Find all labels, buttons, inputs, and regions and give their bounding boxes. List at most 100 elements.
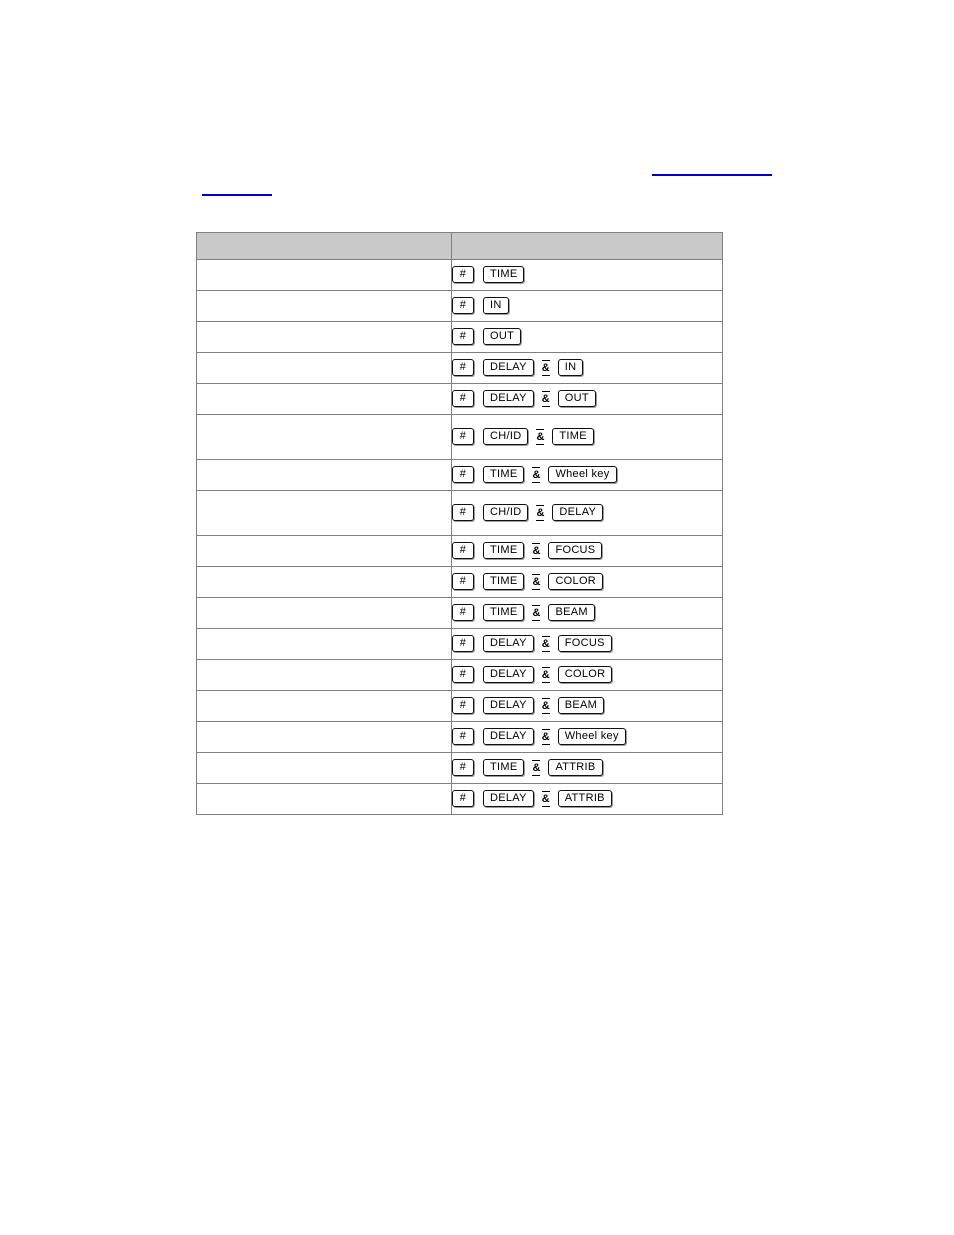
- row-key-sequence-cell: # TIME: [451, 259, 723, 291]
- key-glyph-number: #: [452, 466, 474, 484]
- row-key-sequence-cell: # IN: [451, 290, 723, 322]
- key-separator-ampersand: &: [541, 728, 550, 745]
- row-description-cell: [196, 321, 452, 353]
- row-description-cell: [196, 690, 452, 722]
- row-description-cell: [196, 459, 452, 491]
- table-row: # DELAY & ATTRIB: [196, 783, 723, 815]
- key-glyph: DELAY: [552, 504, 604, 522]
- key-glyph: DELAY: [483, 666, 534, 684]
- key-separator-ampersand: &: [541, 359, 550, 376]
- row-key-sequence-cell: # TIME & COLOR: [451, 566, 723, 598]
- row-key-sequence-cell: # TIME & BEAM: [451, 597, 723, 629]
- key-glyph: DELAY: [483, 390, 534, 408]
- row-key-sequence-cell: # DELAY & OUT: [451, 383, 723, 415]
- key-glyph: COLOR: [548, 573, 604, 591]
- row-key-sequence-cell: # CH/ID & TIME: [451, 414, 723, 460]
- row-description-cell: [196, 535, 452, 567]
- key-glyph: FOCUS: [548, 542, 603, 560]
- key-glyph: COLOR: [557, 666, 613, 684]
- key-glyph: TIME: [483, 759, 525, 777]
- key-glyph-number: #: [452, 635, 474, 653]
- key-glyph: TIME: [483, 604, 525, 622]
- key-glyph: CH/ID: [483, 428, 529, 446]
- row-description-cell: [196, 383, 452, 415]
- table-row: # DELAY & Wheel key: [196, 721, 723, 753]
- key-glyph: TIME: [483, 266, 525, 284]
- key-glyph-number: #: [452, 297, 474, 315]
- key-glyph: OUT: [483, 328, 522, 346]
- row-key-sequence-cell: # DELAY & IN: [451, 352, 723, 384]
- table-row: # DELAY & COLOR: [196, 659, 723, 691]
- row-description-cell: [196, 352, 452, 384]
- key-glyph: TIME: [483, 573, 525, 591]
- row-description-cell: [196, 752, 452, 784]
- row-description-cell: [196, 597, 452, 629]
- row-description-cell: [196, 721, 452, 753]
- key-glyph-number: #: [452, 666, 474, 684]
- row-description-cell: [196, 414, 452, 460]
- key-glyph: BEAM: [557, 697, 605, 715]
- row-description-cell: [196, 566, 452, 598]
- table-row: # TIME & FOCUS: [196, 535, 723, 567]
- row-key-sequence-cell: # TIME & FOCUS: [451, 535, 723, 567]
- key-glyph-number: #: [452, 504, 474, 522]
- key-glyph-number: #: [452, 604, 474, 622]
- row-description-cell: [196, 290, 452, 322]
- table-row: # CH/ID & DELAY: [196, 490, 723, 536]
- key-separator-ampersand: &: [541, 666, 550, 683]
- row-key-sequence-cell: # DELAY & ATTRIB: [451, 783, 723, 815]
- table-row: # TIME & ATTRIB: [196, 752, 723, 784]
- row-description-cell: [196, 490, 452, 536]
- key-glyph: Wheel key: [557, 728, 626, 746]
- row-description-cell: [196, 783, 452, 815]
- table-row: # CH/ID & TIME: [196, 414, 723, 460]
- table-row: # DELAY & OUT: [196, 383, 723, 415]
- row-key-sequence-cell: # TIME & ATTRIB: [451, 752, 723, 784]
- key-glyph-number: #: [452, 728, 474, 746]
- row-key-sequence-cell: # DELAY & Wheel key: [451, 721, 723, 753]
- key-separator-ampersand: &: [536, 428, 545, 445]
- key-glyph-number: #: [452, 390, 474, 408]
- key-glyph: TIME: [483, 542, 525, 560]
- key-glyph: IN: [483, 297, 509, 315]
- key-glyph: OUT: [557, 390, 596, 408]
- top-right-link[interactable]: [652, 174, 772, 176]
- table-row: # DELAY & BEAM: [196, 690, 723, 722]
- key-glyph: DELAY: [483, 790, 534, 808]
- row-description-cell: [196, 659, 452, 691]
- key-glyph: DELAY: [483, 728, 534, 746]
- key-separator-ampersand: &: [541, 390, 550, 407]
- key-separator-ampersand: &: [532, 759, 541, 776]
- row-key-sequence-cell: # DELAY & COLOR: [451, 659, 723, 691]
- key-separator-ampersand: &: [541, 790, 550, 807]
- table-row: # TIME: [196, 259, 723, 291]
- key-glyph: DELAY: [483, 359, 534, 377]
- key-glyph-number: #: [452, 359, 474, 377]
- key-glyph: TIME: [552, 428, 594, 446]
- key-glyph: FOCUS: [557, 635, 612, 653]
- table-header: [196, 232, 723, 260]
- key-sequence-table: # TIME # IN # OUT # DELAY & IN # DELAY & OUT # CH/ID & TI…: [196, 232, 723, 815]
- key-glyph: DELAY: [483, 635, 534, 653]
- key-glyph: CH/ID: [483, 504, 529, 522]
- row-description-cell: [196, 259, 452, 291]
- key-glyph: TIME: [483, 466, 525, 484]
- key-glyph-number: #: [452, 573, 474, 591]
- table-row: # TIME & Wheel key: [196, 459, 723, 491]
- key-glyph-number: #: [452, 759, 474, 777]
- key-glyph-number: #: [452, 697, 474, 715]
- key-separator-ampersand: &: [541, 697, 550, 714]
- table-row: # TIME & COLOR: [196, 566, 723, 598]
- key-glyph: BEAM: [548, 604, 595, 622]
- key-separator-ampersand: &: [532, 604, 541, 621]
- row-key-sequence-cell: # DELAY & BEAM: [451, 690, 723, 722]
- column-header-keys: [451, 232, 723, 260]
- table-header-row: [196, 232, 723, 260]
- row-key-sequence-cell: # CH/ID & DELAY: [451, 490, 723, 536]
- key-glyph: ATTRIB: [557, 790, 612, 808]
- row-key-sequence-cell: # OUT: [451, 321, 723, 353]
- key-glyph: IN: [557, 359, 584, 377]
- top-left-link[interactable]: [202, 194, 272, 196]
- key-separator-ampersand: &: [532, 542, 541, 559]
- key-glyph: Wheel key: [548, 466, 617, 484]
